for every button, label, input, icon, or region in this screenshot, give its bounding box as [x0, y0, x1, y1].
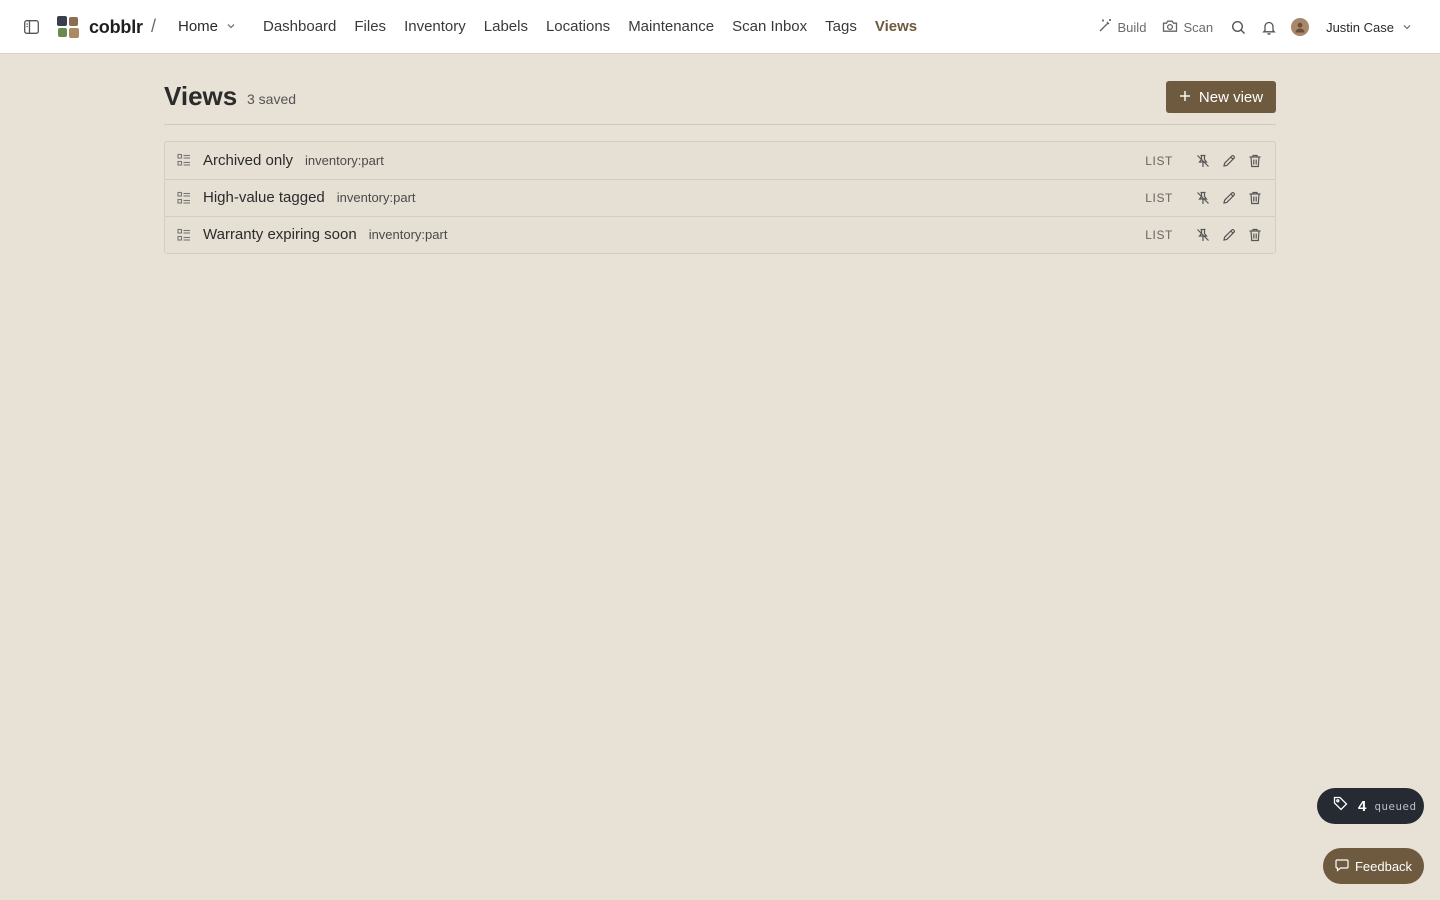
nav-item-maintenance[interactable]: Maintenance [628, 16, 714, 38]
brand-name[interactable]: cobblr [89, 16, 143, 38]
header-tools: Build Scan Justin Case [1098, 14, 1412, 40]
search-icon[interactable] [1229, 18, 1247, 36]
saved-count: 3 saved [247, 91, 297, 107]
pencil-icon[interactable] [1221, 153, 1237, 169]
page-header: Views 3 saved New view [164, 54, 1276, 125]
sidebar-toggle-icon[interactable] [23, 19, 39, 35]
label-queue-pill[interactable]: 4 queued [1317, 788, 1424, 824]
pencil-icon[interactable] [1221, 190, 1237, 206]
pencil-icon[interactable] [1221, 227, 1237, 243]
plus-icon [1179, 89, 1191, 106]
new-view-label: New view [1198, 88, 1264, 106]
main-content: Views 3 saved New view Archived only inv… [164, 54, 1276, 254]
trash-icon[interactable] [1247, 190, 1263, 206]
nav-item-tags[interactable]: Tags [825, 16, 857, 38]
breadcrumb-separator: / [151, 16, 157, 36]
build-button[interactable]: Build [1098, 18, 1147, 36]
bell-icon[interactable] [1260, 18, 1278, 36]
nav-item-dashboard[interactable]: Dashboard [263, 16, 336, 38]
user-menu[interactable]: Justin Case [1326, 20, 1412, 35]
home-dropdown-label: Home [178, 18, 219, 35]
avatar[interactable] [1291, 18, 1310, 36]
view-scope: inventory:part [336, 190, 416, 205]
unpin-icon[interactable] [1195, 190, 1211, 206]
logo-icon[interactable] [56, 15, 80, 39]
camera-icon [1162, 19, 1178, 36]
main-nav: Dashboard Files Inventory Labels Locatio… [263, 16, 917, 38]
chevron-down-icon [226, 16, 236, 38]
view-scope: inventory:part [305, 152, 384, 168]
trash-icon[interactable] [1247, 153, 1263, 169]
queued-label: queued [1374, 799, 1417, 813]
view-name[interactable]: High-value tagged [203, 189, 325, 206]
top-navigation-bar: cobblr / Home Dashboard Files Inventory … [0, 0, 1440, 54]
chat-bubble-icon [1335, 858, 1349, 875]
scan-button[interactable]: Scan [1162, 19, 1213, 36]
new-view-button[interactable]: New view [1166, 81, 1276, 113]
nav-item-views[interactable]: Views [875, 16, 917, 38]
chevron-down-icon [1402, 20, 1412, 35]
view-name[interactable]: Warranty expiring soon [203, 226, 357, 243]
page-title: Views [164, 81, 238, 111]
tag-icon [1333, 796, 1348, 816]
nav-item-inventory[interactable]: Inventory [404, 16, 466, 38]
view-row[interactable]: High-value tagged inventory:part LIST [165, 179, 1275, 216]
view-type-badge: LIST [1145, 191, 1173, 205]
nav-item-files[interactable]: Files [354, 16, 386, 38]
views-list: Archived only inventory:part LIST High-v… [164, 141, 1276, 254]
view-row[interactable]: Warranty expiring soon inventory:part LI… [165, 216, 1275, 253]
view-type-badge: LIST [1145, 153, 1173, 168]
build-label: Build [1117, 19, 1147, 35]
magic-wand-icon [1098, 18, 1113, 36]
nav-item-locations[interactable]: Locations [546, 16, 610, 38]
feedback-button[interactable]: Feedback [1323, 848, 1424, 884]
view-name[interactable]: Archived only [203, 152, 293, 169]
view-scope: inventory:part [368, 227, 448, 242]
unpin-icon[interactable] [1195, 227, 1211, 243]
feedback-label: Feedback [1354, 858, 1413, 874]
unpin-icon[interactable] [1195, 153, 1211, 169]
scan-label: Scan [1183, 19, 1214, 35]
view-type-badge: LIST [1145, 228, 1173, 242]
queued-count: 4 [1358, 797, 1367, 815]
nav-item-labels[interactable]: Labels [484, 16, 528, 38]
nav-item-scan-inbox[interactable]: Scan Inbox [732, 16, 807, 38]
user-name: Justin Case [1326, 19, 1394, 35]
home-dropdown[interactable]: Home [178, 16, 236, 38]
trash-icon[interactable] [1247, 227, 1263, 243]
view-row[interactable]: Archived only inventory:part LIST [165, 142, 1275, 179]
list-view-icon [177, 191, 191, 205]
list-view-icon [177, 153, 191, 167]
list-view-icon [177, 228, 191, 242]
